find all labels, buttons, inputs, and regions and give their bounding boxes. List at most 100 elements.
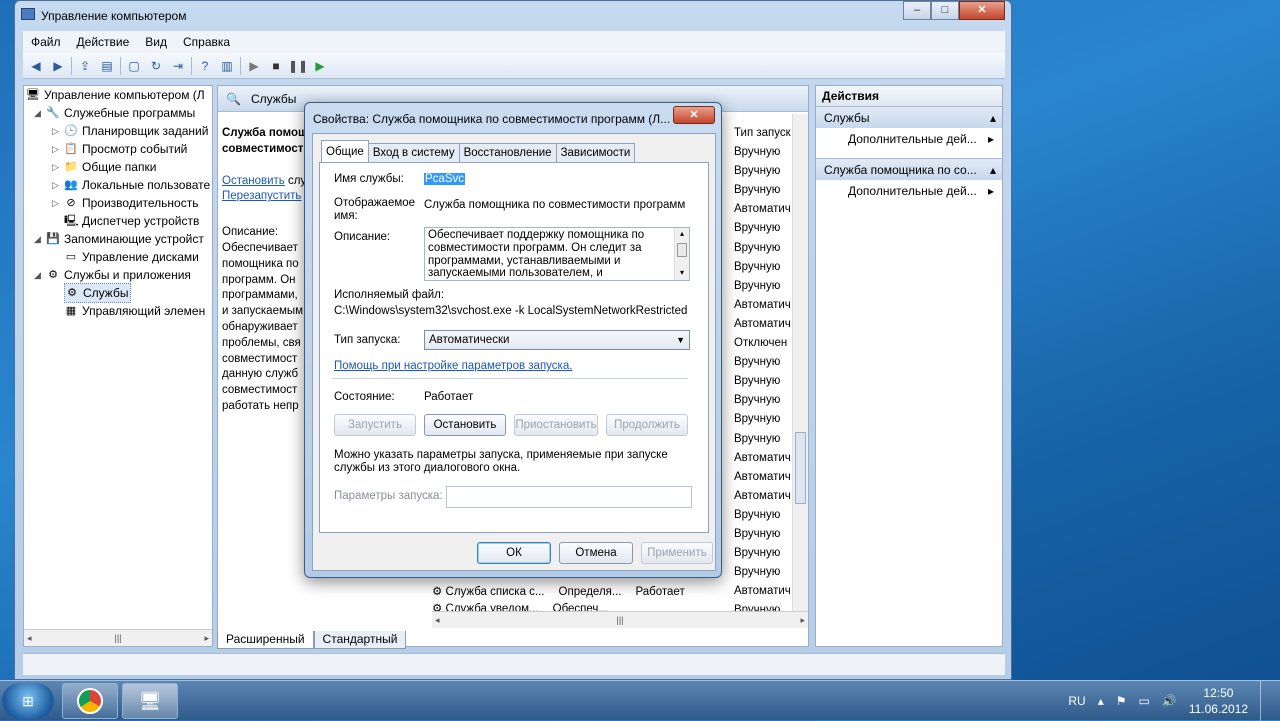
- table-cell[interactable]: Вручную: [734, 353, 796, 372]
- menu-action[interactable]: Действие: [69, 35, 138, 49]
- tree-item[interactable]: 🖳 Диспетчер устройств: [24, 212, 212, 230]
- more-actions-item[interactable]: Дополнительные дей... ▸: [816, 180, 1002, 202]
- tree-item[interactable]: ▷ 📁 Общие папки: [24, 158, 212, 176]
- menu-view[interactable]: Вид: [137, 35, 175, 49]
- scrollbar-thumb[interactable]: [795, 432, 806, 504]
- properties-icon[interactable]: ▢: [125, 57, 143, 75]
- table-cell[interactable]: Вручную: [734, 430, 796, 449]
- pause-icon[interactable]: ❚❚: [288, 57, 308, 75]
- table-cell[interactable]: Автоматич: [734, 315, 796, 334]
- table-cell[interactable]: Вручную: [734, 506, 796, 525]
- table-row[interactable]: ⚙ Служба списка с... Определя... Работает: [432, 584, 685, 601]
- table-cell[interactable]: Вручную: [734, 410, 796, 429]
- close-button[interactable]: ✕: [959, 1, 1005, 20]
- table-cell[interactable]: Автоматич: [734, 296, 796, 315]
- export-icon[interactable]: ⇥: [169, 57, 187, 75]
- tree-item[interactable]: ▭ Управление дисками: [24, 248, 212, 266]
- show-hidden-icons-icon[interactable]: ▴: [1098, 694, 1104, 708]
- table-cell[interactable]: Вручную: [734, 219, 796, 238]
- action-pane-icon[interactable]: ▥: [218, 57, 236, 75]
- table-cell[interactable]: Отключен: [734, 334, 796, 353]
- resume-button[interactable]: Продолжить: [606, 414, 688, 436]
- actions-group-selected-service[interactable]: Служба помощника по со... ▴: [816, 158, 1002, 180]
- dialog-close-button[interactable]: ✕: [673, 106, 715, 124]
- table-cell[interactable]: Автоматич: [734, 582, 796, 601]
- actions-group-services[interactable]: Службы ▴: [816, 106, 1002, 128]
- network-icon[interactable]: ▭: [1139, 694, 1150, 708]
- back-icon[interactable]: ◀: [27, 57, 45, 75]
- tree-item[interactable]: 🖥 Управление компьютером (Л: [24, 86, 212, 104]
- service-name-value[interactable]: PcaSvc: [424, 173, 465, 185]
- start-button[interactable]: ⊞: [2, 683, 54, 719]
- table-cell[interactable]: Вручную: [734, 181, 796, 200]
- ok-button[interactable]: ОК: [477, 542, 551, 564]
- table-cell[interactable]: Автоматич: [734, 200, 796, 219]
- table-cell[interactable]: Вручную: [734, 372, 796, 391]
- restart-icon[interactable]: ▶: [311, 57, 329, 75]
- play-icon[interactable]: ▶: [245, 57, 263, 75]
- clock[interactable]: 12:50 11.06.2012: [1189, 685, 1248, 717]
- table-cell[interactable]: Вручную: [734, 277, 796, 296]
- table-cell[interactable]: Вручную: [734, 544, 796, 563]
- tree-item-services[interactable]: ⚙ Службы: [24, 283, 212, 303]
- services-horizontal-scrollbar[interactable]: ◂ ||| ▸: [432, 611, 808, 628]
- language-indicator[interactable]: RU: [1068, 694, 1085, 708]
- column-header-startup-type[interactable]: Тип запуск: [734, 124, 796, 143]
- taskbar-chrome[interactable]: [62, 683, 118, 719]
- console-tree-icon[interactable]: ▤: [98, 57, 116, 75]
- tree-item[interactable]: ◢ 🔧 Служебные программы: [24, 104, 212, 122]
- tree-item[interactable]: ◢ ⚙ Службы и приложения: [24, 266, 212, 284]
- display-name-value[interactable]: Служба помощника по совместимости програ…: [424, 199, 685, 211]
- startup-type-select[interactable]: Автоматически ▼: [424, 330, 690, 350]
- stop-service-link[interactable]: Остановить: [222, 175, 285, 187]
- start-button[interactable]: Запустить: [334, 414, 416, 436]
- startup-help-link[interactable]: Помощь при настройке параметров запуска.: [334, 360, 572, 372]
- menu-help[interactable]: Справка: [175, 35, 238, 49]
- menu-file[interactable]: Файл: [23, 35, 69, 49]
- collapse-icon[interactable]: ◢: [34, 266, 46, 284]
- restart-service-link[interactable]: Перезапустить: [222, 189, 308, 205]
- minimize-button[interactable]: –: [903, 1, 931, 20]
- table-cell[interactable]: Вручную: [734, 258, 796, 277]
- expand-icon[interactable]: ▷: [52, 176, 64, 194]
- pause-button[interactable]: Приостановить: [514, 414, 598, 436]
- refresh-icon[interactable]: ↻: [147, 57, 165, 75]
- table-cell[interactable]: Вручную: [734, 525, 796, 544]
- title-bar[interactable]: Управление компьютером – □ ✕: [15, 1, 1011, 29]
- stop-button[interactable]: Остановить: [424, 414, 506, 436]
- tree-item[interactable]: ▷ 👥 Локальные пользовате: [24, 176, 212, 194]
- table-cell[interactable]: Автоматич: [734, 449, 796, 468]
- tab-standard[interactable]: Стандартный: [313, 631, 407, 649]
- more-actions-item[interactable]: Дополнительные дей... ▸: [816, 128, 1002, 150]
- table-row[interactable]: ⚙ Служба уведом... Обеспеч...: [432, 601, 685, 611]
- table-cell[interactable]: Автоматич: [734, 468, 796, 487]
- expand-icon[interactable]: ▷: [52, 122, 64, 140]
- maximize-button[interactable]: □: [931, 1, 959, 20]
- taskbar-computer-management[interactable]: 🖥: [122, 683, 178, 719]
- description-scrollbar[interactable]: ▴ ▾: [674, 228, 689, 280]
- volume-icon[interactable]: 🔊: [1162, 694, 1177, 708]
- expand-icon[interactable]: ▷: [52, 158, 64, 176]
- tree-item[interactable]: ▷ ⊘ Производительность: [24, 194, 212, 212]
- table-cell[interactable]: Вручную: [734, 143, 796, 162]
- description-textbox[interactable]: Обеспечивает поддержку помощника по совм…: [424, 227, 690, 281]
- table-cell[interactable]: Вручную: [734, 391, 796, 410]
- tab-general[interactable]: Общие: [321, 140, 369, 163]
- tab-logon[interactable]: Вход в систему: [367, 143, 460, 163]
- table-cell[interactable]: Вручную: [734, 162, 796, 181]
- forward-icon[interactable]: ▶: [49, 57, 67, 75]
- tree-item[interactable]: ◢ 💾 Запоминающие устройст: [24, 230, 212, 248]
- collapse-icon[interactable]: ◢: [34, 104, 46, 122]
- start-params-input[interactable]: [446, 486, 692, 508]
- table-cell[interactable]: Автоматич: [734, 487, 796, 506]
- table-cell[interactable]: Вручную: [734, 563, 796, 582]
- tree-item[interactable]: ▦ Управляющий элемен: [24, 302, 212, 320]
- tab-recovery[interactable]: Восстановление: [458, 143, 557, 163]
- tree-item[interactable]: ▷ 📋 Просмотр событий: [24, 140, 212, 158]
- expand-icon[interactable]: ▷: [52, 194, 64, 212]
- stop-icon[interactable]: ■: [267, 57, 285, 75]
- tab-extended[interactable]: Расширенный: [217, 631, 314, 649]
- expand-icon[interactable]: ▷: [52, 140, 64, 158]
- action-center-icon[interactable]: ⚑: [1116, 694, 1127, 708]
- show-desktop-button[interactable]: [1260, 681, 1272, 721]
